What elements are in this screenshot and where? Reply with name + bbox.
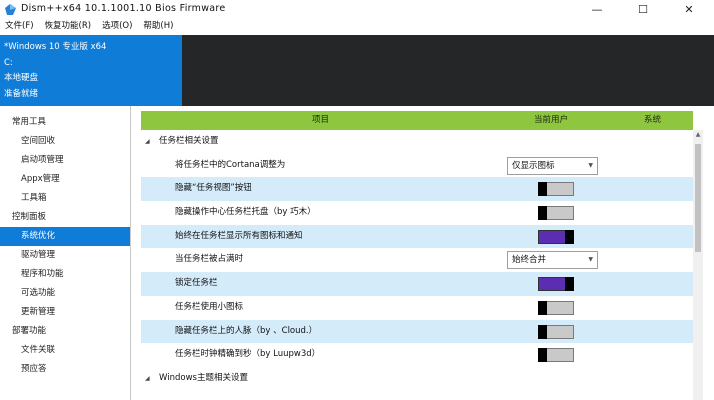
minimize-button[interactable]: —: [574, 0, 620, 19]
scroll-up-icon[interactable]: ▲: [693, 130, 703, 140]
toggle-switch[interactable]: [538, 277, 574, 292]
menu-bar: 文件(F) 恢复功能(R) 选项(O) 帮助(H): [0, 19, 714, 34]
os-status: 准备就绪: [4, 88, 39, 99]
os-drive: C:: [4, 57, 13, 68]
menu-help[interactable]: 帮助(H): [138, 19, 179, 34]
cortana-mode-dropdown[interactable]: 仅显示图标 ▼: [507, 156, 598, 175]
dism-app-icon: [5, 4, 16, 15]
setting-row: 任务栏时钟精确到秒（by Luupw3d）: [141, 343, 693, 367]
col-system[interactable]: 系统: [644, 111, 661, 130]
vertical-scrollbar[interactable]: ▲: [693, 130, 703, 400]
menu-restore[interactable]: 恢复功能(R): [40, 19, 98, 34]
window-title: Dism++x64 10.1.1001.10 Bios Firmware: [21, 3, 226, 14]
setting-row: 隐藏操作中心任务栏托盘（by 巧木）: [141, 201, 693, 225]
settings-list: ◢ 任务栏相关设置 将任务栏中的Cortana调整为 仅显示图标 ▼ 隐藏“任务…: [141, 130, 693, 391]
os-session-tile[interactable]: *Windows 10 专业版 x64 C: 本地硬盘 准备就绪: [0, 35, 182, 106]
scrollbar-thumb[interactable]: [695, 144, 701, 252]
setting-row: 当任务栏被占满时 始终合并 ▼: [141, 248, 693, 272]
setting-row: 隐藏“任务视图”按钮: [141, 177, 693, 202]
setting-row: 任务栏使用小图标: [141, 296, 693, 320]
menu-file[interactable]: 文件(F): [0, 19, 40, 34]
column-header: 项目 当前用户 系统: [141, 111, 693, 130]
sidebar-item-updates[interactable]: 更新管理: [0, 303, 130, 322]
os-name: *Windows 10 专业版 x64: [4, 42, 107, 52]
toggle-switch[interactable]: [538, 206, 574, 221]
sidebar-section-common-tools: 常用工具: [12, 117, 47, 127]
group-header-taskbar[interactable]: ◢ 任务栏相关设置: [141, 130, 693, 154]
sidebar-section-deploy: 部署功能: [12, 326, 47, 336]
sidebar-item-system-optimize[interactable]: 系统优化: [0, 227, 130, 246]
setting-row: 隐藏任务栏上的人脉（by 、Cloud.）: [141, 319, 693, 344]
sidebar: 常用工具 空间回收 启动项管理 Appx管理 工具箱 控制面板 系统优化 驱动管…: [0, 106, 131, 400]
title-bar: Dism++x64 10.1.1001.10 Bios Firmware — ☐…: [0, 0, 714, 19]
maximize-button[interactable]: ☐: [620, 0, 666, 19]
setting-row: 锁定任务栏: [141, 272, 693, 296]
setting-row: 将任务栏中的Cortana调整为 仅显示图标 ▼: [141, 154, 693, 178]
settings-panel: 项目 当前用户 系统 ◢ 任务栏相关设置 将任务栏中的Cortana调整为 仅显…: [141, 106, 714, 400]
toggle-switch[interactable]: [538, 229, 574, 244]
sidebar-section-control-panel: 控制面板: [12, 212, 47, 222]
collapse-triangle-icon[interactable]: ◢: [145, 367, 150, 391]
sidebar-item-drivers[interactable]: 驱动管理: [0, 246, 130, 265]
toggle-switch[interactable]: [538, 324, 574, 339]
sidebar-item-toolbox[interactable]: 工具箱: [0, 189, 130, 208]
toggle-switch[interactable]: [538, 182, 574, 197]
os-disk: 本地硬盘: [4, 73, 39, 83]
session-strip: [182, 35, 714, 106]
sidebar-item-space-cleanup[interactable]: 空间回收: [0, 132, 130, 151]
col-item[interactable]: 项目: [312, 111, 329, 130]
close-button[interactable]: ✕: [666, 0, 712, 19]
sidebar-item-programs[interactable]: 程序和功能: [0, 265, 130, 284]
setting-row: 始终在任务栏显示所有图标和通知: [141, 224, 693, 249]
toggle-switch[interactable]: [538, 300, 574, 315]
group-header-theme[interactable]: ◢ Windows主题相关设置: [141, 367, 693, 391]
chevron-down-icon: ▼: [588, 161, 593, 169]
sidebar-item-optional-features[interactable]: 可选功能: [0, 284, 130, 303]
collapse-triangle-icon[interactable]: ◢: [145, 130, 150, 154]
taskbar-combine-dropdown[interactable]: 始终合并 ▼: [507, 251, 598, 270]
sidebar-item-startup[interactable]: 启动项管理: [0, 151, 130, 170]
toggle-switch[interactable]: [538, 348, 574, 363]
sidebar-item-file-assoc[interactable]: 文件关联: [0, 341, 130, 360]
menu-options[interactable]: 选项(O): [97, 19, 138, 34]
chevron-down-icon: ▼: [588, 256, 593, 264]
col-current-user[interactable]: 当前用户: [534, 111, 568, 130]
sidebar-item-appx[interactable]: Appx管理: [0, 170, 130, 189]
sidebar-item-answer-file[interactable]: 预应答: [0, 360, 130, 379]
